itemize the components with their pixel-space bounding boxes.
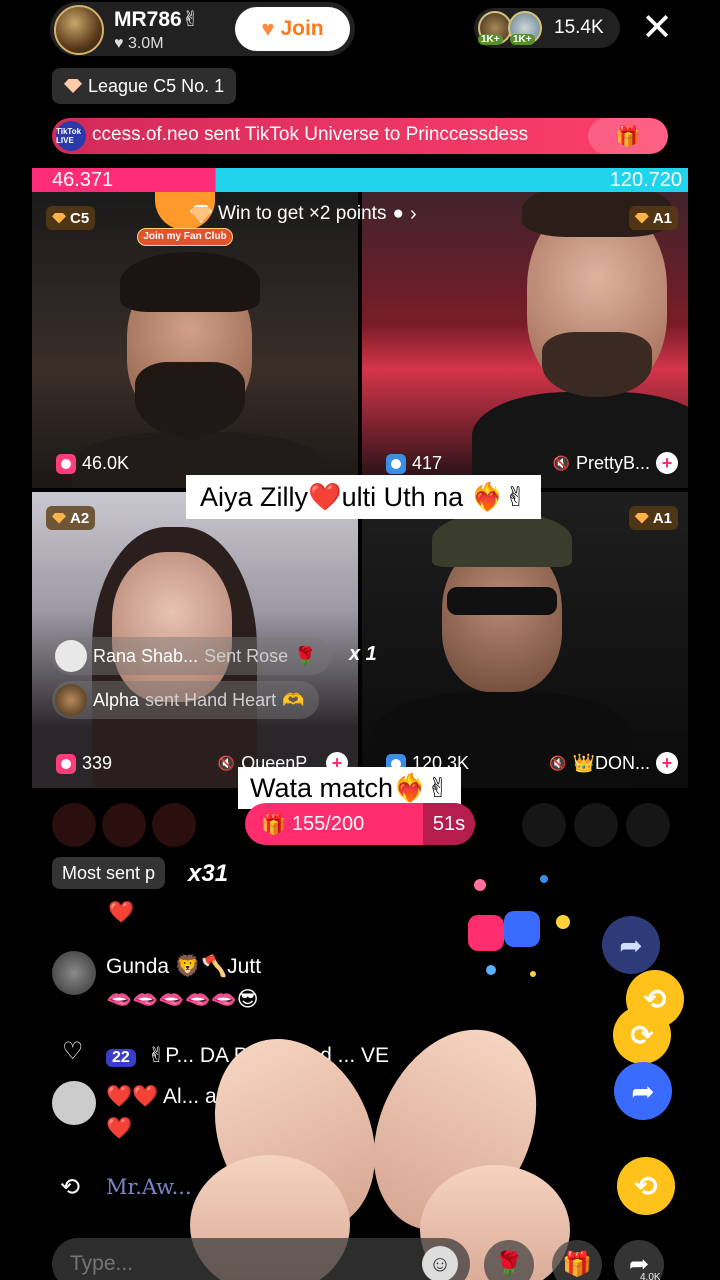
most-sent-count: x31 bbox=[188, 860, 229, 887]
share-arrow-icon[interactable]: ➦ bbox=[614, 1062, 672, 1120]
caption-text: Aiya Zilly❤️ulti Uth na ❤️‍🔥✌ bbox=[186, 475, 541, 519]
host-likes: ♥ 3.0M bbox=[114, 35, 164, 52]
score-left: 46.371 bbox=[52, 169, 114, 191]
emoji-icon[interactable]: ☺ bbox=[422, 1246, 458, 1280]
top-gifter-avatar[interactable] bbox=[102, 803, 146, 847]
battle-row: 🎁 155/200 51s bbox=[0, 800, 720, 847]
battle-timer: 51s bbox=[423, 803, 475, 845]
muted-speaker-icon: 🔇 bbox=[217, 754, 236, 771]
guest-glasses bbox=[447, 587, 557, 615]
score-icon bbox=[386, 453, 406, 474]
tiktok-live-logo: TikTok LIVE bbox=[56, 121, 86, 151]
gift-toast: Rana Shab... Sent Rose 🌹 bbox=[52, 637, 331, 675]
viewer-pill[interactable]: 1K+ 1K+ 15.4K bbox=[474, 8, 620, 48]
bottom-bar: ☺ 🌹 🎁 ➦ 4.0K bbox=[0, 1238, 720, 1280]
score-icon bbox=[56, 753, 76, 774]
gift-icon[interactable]: 🎁 bbox=[552, 1240, 602, 1280]
host-pill[interactable]: MR786✌ ♥ 3.0M ♥ Join bbox=[50, 2, 355, 56]
rank-badge: A1 bbox=[628, 506, 678, 530]
guest-beard bbox=[135, 362, 245, 437]
level-badge: 22 bbox=[106, 1049, 136, 1067]
league-badge[interactable]: League C5 No. 1 bbox=[52, 68, 237, 104]
fan-heart-icon: ♥ bbox=[261, 16, 275, 41]
gem-icon bbox=[52, 212, 66, 224]
top-bar: MR786✌ ♥ 3.0M ♥ Join 1K+ 1K+ 15.4K ✕ bbox=[0, 0, 720, 60]
user-avatar bbox=[55, 640, 87, 672]
guest-score: 417 bbox=[386, 453, 442, 474]
hand-heart-animation bbox=[184, 975, 570, 1280]
hand-heart-icon: 🫶 bbox=[282, 689, 305, 710]
guest-cap bbox=[432, 512, 572, 567]
rank-badge: A2 bbox=[46, 506, 96, 530]
guest-tile[interactable]: C5 Join my Fan Club 46.0K bbox=[32, 192, 358, 488]
guest-face bbox=[112, 552, 232, 702]
gift-count: x 1 bbox=[349, 643, 377, 665]
fan-club-label: Join my Fan Club bbox=[137, 228, 233, 246]
empty-gifter-slot[interactable] bbox=[574, 803, 618, 847]
most-sent-badge[interactable]: Most sent p bbox=[52, 857, 166, 889]
win-banner[interactable]: Win to get ×2 points ● › bbox=[190, 198, 417, 230]
user-avatar[interactable] bbox=[52, 1081, 96, 1125]
join-button[interactable]: ♥ Join bbox=[235, 7, 350, 51]
user-avatar[interactable] bbox=[52, 951, 96, 995]
muted-speaker-icon: 🔇 bbox=[552, 454, 570, 471]
follow-plus-icon[interactable]: + bbox=[656, 752, 678, 774]
guest-hair bbox=[120, 252, 260, 312]
gift-banner-text: ccess.of.neo sent TikTok Universe to Pri… bbox=[92, 124, 529, 145]
rose-icon: 🌹 bbox=[294, 645, 317, 666]
guest-tile[interactable]: A1 417 🔇 PrettyB... + bbox=[362, 192, 688, 488]
guest-score: 46.0K bbox=[56, 453, 129, 474]
heart-outline-icon: ♡ bbox=[62, 1038, 84, 1065]
guest-score: 339 bbox=[56, 753, 112, 774]
gift-banner[interactable]: TikTok LIVE ccess.of.neo sent TikTok Uni… bbox=[52, 118, 668, 154]
guest-tile[interactable]: A1 120.3K 🔇 👑DON... + bbox=[362, 492, 688, 788]
host-name: MR786✌ bbox=[114, 8, 200, 31]
rank-badge: A1 bbox=[628, 206, 678, 230]
empty-gifter-slot[interactable] bbox=[626, 803, 670, 847]
gift-icon[interactable]: 🎁 bbox=[588, 118, 668, 154]
diamond-icon bbox=[64, 79, 82, 93]
info-icon: ● bbox=[392, 203, 404, 224]
rank-badge: C5 bbox=[46, 206, 96, 230]
chat-message: ❤️ bbox=[108, 901, 135, 924]
share-arrow-icon[interactable]: ➦ bbox=[602, 916, 660, 974]
chevron-right-icon: › bbox=[409, 202, 417, 225]
close-icon[interactable]: ✕ bbox=[638, 8, 676, 48]
repost-icon[interactable]: ⟲ bbox=[617, 1157, 675, 1215]
score-icon bbox=[56, 453, 76, 474]
score-right: 120.720 bbox=[609, 169, 682, 191]
gem-icon bbox=[52, 512, 66, 524]
viewer-badge: 1K+ bbox=[478, 34, 503, 45]
gift-toast: Alpha sent Hand Heart 🫶 bbox=[52, 681, 319, 719]
gift-icon: 🎁 bbox=[261, 814, 286, 836]
guest-name: 🔇 PrettyB... + bbox=[553, 452, 678, 474]
repost-icon[interactable]: ⟳ bbox=[613, 1006, 671, 1064]
diamond-outline-icon bbox=[190, 205, 212, 223]
follow-plus-icon[interactable]: + bbox=[656, 452, 678, 474]
gem-icon bbox=[634, 512, 649, 524]
host-avatar[interactable] bbox=[54, 5, 104, 55]
chat-message: ❤️ bbox=[106, 1117, 133, 1140]
battle-progress[interactable]: 🎁 155/200 51s bbox=[245, 803, 475, 845]
gem-icon bbox=[634, 212, 649, 224]
top-gifter-avatar[interactable] bbox=[52, 803, 96, 847]
rose-gift-icon[interactable]: 🌹 bbox=[484, 1240, 534, 1280]
user-avatar bbox=[55, 684, 87, 716]
empty-gifter-slot[interactable] bbox=[522, 803, 566, 847]
top-gifter-avatar[interactable] bbox=[152, 803, 196, 847]
repost-icon: ⟲ bbox=[60, 1174, 81, 1201]
muted-speaker-icon: 🔇 bbox=[549, 754, 567, 771]
battle-score-bar: 46.371 120.720 bbox=[32, 168, 688, 192]
guest-name: 🔇 👑DON... + bbox=[549, 752, 678, 774]
guest-beard bbox=[542, 332, 652, 397]
viewer-count: 15.4K bbox=[554, 17, 604, 38]
heart-icon: ♥ bbox=[114, 35, 124, 52]
comment-input[interactable] bbox=[52, 1238, 470, 1280]
viewer-badge: 1K+ bbox=[510, 34, 535, 45]
share-count: 4.0K bbox=[640, 1272, 661, 1280]
